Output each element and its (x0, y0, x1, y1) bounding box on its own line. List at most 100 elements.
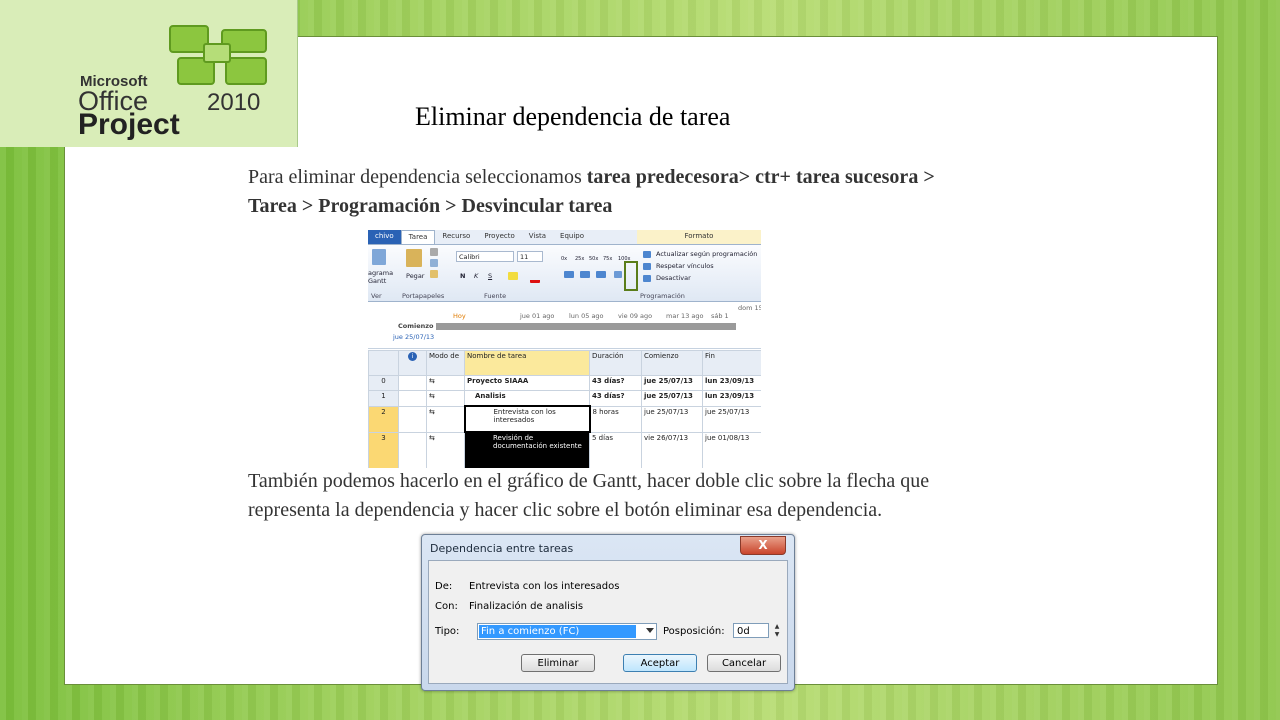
row-id: 1 (368, 390, 399, 407)
mark-on-track-icon[interactable] (564, 271, 574, 278)
task-end[interactable]: lun 23/09/13 (702, 390, 761, 407)
deactivate-command[interactable]: Desactivar (656, 274, 691, 282)
table-row[interactable]: 0 ⇆ Proyecto SIAAA 43 días? jue 25/07/13… (368, 375, 761, 391)
task-end[interactable]: lun 23/09/13 (702, 375, 761, 391)
task-name[interactable]: Proyecto SIAAA (464, 375, 590, 391)
header-info: i (398, 350, 427, 376)
svg-text:2010: 2010 (207, 89, 260, 116)
task-mode-icon: ⇆ (426, 375, 465, 391)
lag-spinner[interactable]: ▲ ▼ (771, 623, 783, 640)
ribbon-body: agrama Gantt Ver Pegar Portapapeles Cali… (368, 245, 761, 302)
type-select[interactable]: Fin a comienzo (FC) (477, 623, 657, 640)
project-ribbon-screenshot: chivo Tarea Recurso Proyecto Vista Equip… (368, 230, 761, 468)
group-portapapeles: Portapapeles (402, 292, 445, 300)
task-end[interactable]: jue 01/08/13 (702, 431, 761, 468)
task-duration[interactable]: 8 horas (589, 405, 642, 433)
inactivate-icon[interactable] (596, 271, 606, 278)
task-dependency-dialog: Dependencia entre tareas X De: Entrevist… (421, 534, 795, 691)
info-icon: i (408, 352, 417, 361)
chevron-down-icon (646, 628, 654, 633)
tab-archivo[interactable]: chivo (368, 230, 401, 244)
underline-button[interactable]: S (488, 272, 492, 280)
table-header-row: i Modo de Nombre de tarea Duración Comie… (368, 350, 761, 376)
tab-recurso[interactable]: Recurso (435, 230, 477, 244)
timeline-start-label: Comienzo (398, 322, 434, 330)
close-icon: X (758, 538, 768, 552)
slide-title: Eliminar dependencia de tarea (415, 102, 731, 131)
font-color-icon[interactable] (530, 272, 540, 283)
respect-links-small-icon (643, 263, 651, 270)
percent-75-button[interactable]: 75x (603, 256, 612, 262)
from-label: De: (435, 581, 453, 592)
task-duration[interactable]: 43 días? (589, 375, 642, 391)
header-fin[interactable]: Fin (702, 350, 761, 376)
italic-button[interactable]: K (474, 272, 478, 280)
timeline-bar[interactable] (436, 323, 736, 330)
paste-icon[interactable] (406, 249, 422, 267)
lag-input[interactable]: 0d (733, 623, 769, 638)
unlink-tasks-button[interactable] (624, 261, 638, 291)
task-mode-icon: ⇆ (426, 390, 465, 407)
timeline-top-date: dom 15 (738, 304, 761, 312)
alternative-paragraph: También podemos hacerlo en el gráfico de… (248, 470, 930, 521)
cut-icon[interactable] (430, 248, 438, 256)
instruction-text: Para eliminar dependencia seleccionamos (248, 166, 587, 188)
timeline-today: Hoy (453, 312, 466, 320)
task-name[interactable]: Revisión de documentación existente (464, 431, 590, 468)
copy-icon[interactable] (430, 259, 438, 267)
update-schedule-icon (643, 251, 651, 258)
update-schedule-command[interactable]: Actualizar según programación (656, 250, 757, 258)
office-project-logo: Microsoft Office 2010 Project (0, 0, 298, 147)
task-duration[interactable]: 5 días (589, 431, 642, 468)
group-programacion: Programación (640, 292, 685, 300)
timeline-date-1: jue 01 ago (520, 312, 555, 320)
row-id: 3 (368, 431, 399, 468)
task-start[interactable]: jue 25/07/13 (641, 390, 703, 407)
timeline-date-2: lun 05 ago (569, 312, 604, 320)
tab-proyecto[interactable]: Proyecto (477, 230, 521, 244)
task-start[interactable]: jue 25/07/13 (641, 405, 703, 433)
table-row[interactable]: 3 ⇆ Revisión de documentación existente … (368, 431, 761, 468)
accept-button[interactable]: Aceptar (623, 654, 697, 672)
task-end[interactable]: jue 25/07/13 (702, 405, 761, 433)
percent-25-button[interactable]: 25x (575, 256, 584, 262)
percent-50-button[interactable]: 50x (589, 256, 598, 262)
group-fuente: Fuente (484, 292, 507, 300)
table-row[interactable]: 1 ⇆ Analisis 43 días? jue 25/07/13 lun 2… (368, 390, 761, 407)
header-modo[interactable]: Modo de (426, 350, 465, 376)
cancel-button[interactable]: Cancelar (707, 654, 781, 672)
task-duration[interactable]: 43 días? (589, 390, 642, 407)
link-tasks-icon[interactable] (614, 271, 622, 278)
row-id: 0 (368, 375, 399, 391)
task-name[interactable]: Analisis (464, 390, 590, 407)
gantt-button-label[interactable]: agrama Gantt (368, 269, 398, 285)
respect-links-command[interactable]: Respetar vínculos (656, 262, 714, 270)
to-label: Con: (435, 601, 458, 612)
tab-equipo[interactable]: Equipo (553, 230, 591, 244)
tab-tarea[interactable]: Tarea (400, 230, 436, 244)
spin-up-icon[interactable]: ▲ (775, 623, 780, 630)
row-id: 2 (368, 405, 399, 433)
close-button[interactable]: X (740, 536, 786, 555)
font-name-select[interactable]: Calibri (456, 251, 514, 262)
task-start[interactable]: vie 26/07/13 (641, 431, 703, 468)
header-duracion[interactable]: Duración (589, 350, 642, 376)
format-painter-icon[interactable] (430, 270, 438, 278)
table-row[interactable]: 2 ⇆ Entrevista con los interesados 8 hor… (368, 405, 761, 433)
percent-0-button[interactable]: 0x (561, 256, 567, 262)
task-start[interactable]: jue 25/07/13 (641, 375, 703, 391)
header-comienzo[interactable]: Comienzo (641, 350, 703, 376)
paste-label[interactable]: Pegar (406, 272, 424, 280)
gantt-chart-icon[interactable] (372, 249, 386, 265)
font-size-select[interactable]: 11 (517, 251, 543, 262)
type-label: Tipo: (435, 626, 460, 637)
spin-down-icon[interactable]: ▼ (775, 631, 780, 638)
task-name[interactable]: Entrevista con los interesados (463, 405, 591, 433)
delete-dependency-button[interactable]: Eliminar (521, 654, 595, 672)
bold-button[interactable]: N (460, 272, 465, 280)
respect-links-icon[interactable] (580, 271, 590, 278)
tab-vista[interactable]: Vista (522, 230, 553, 244)
header-nombre[interactable]: Nombre de tarea (464, 350, 590, 376)
tab-formato[interactable]: Formato (637, 230, 761, 244)
highlight-color-icon[interactable] (508, 272, 518, 280)
